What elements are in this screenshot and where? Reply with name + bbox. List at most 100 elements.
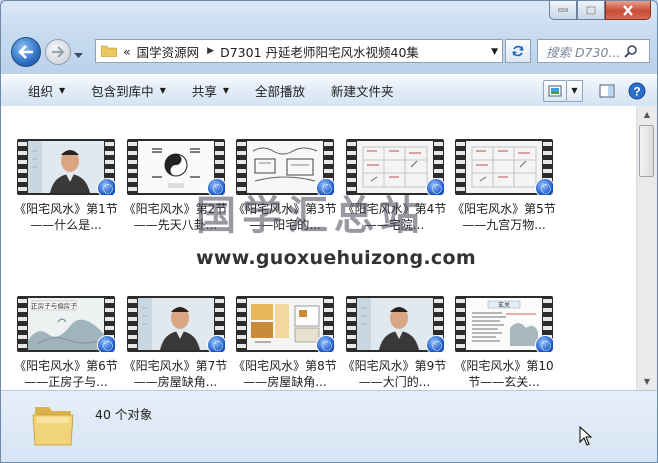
media-player-icon: [425, 178, 444, 195]
preview-pane-button[interactable]: [595, 80, 619, 102]
video-thumbnail[interactable]: [455, 139, 553, 195]
search-input[interactable]: 搜索 D730...: [546, 42, 624, 61]
vertical-scrollbar[interactable]: ▲ ▼: [636, 106, 657, 390]
file-name[interactable]: 《阳宅风水》第3节——阳宅的...: [233, 201, 337, 233]
file-name[interactable]: 《阳宅风水》第9节——大门的...: [343, 358, 447, 390]
refresh-icon: [512, 45, 524, 57]
breadcrumb-item[interactable]: 国学资源网: [137, 42, 200, 61]
media-player-icon: [206, 335, 225, 352]
thumbnail-frame: [137, 298, 214, 350]
file-item[interactable]: 《阳宅风水》第4节——宅院...: [343, 139, 447, 233]
scroll-up-arrow[interactable]: ▲: [637, 106, 657, 123]
file-item[interactable]: 正房子与偏房子《阳宅风水》第6节——正房子与...: [14, 296, 118, 390]
mouse-cursor-icon: [579, 426, 593, 446]
breadcrumb-item[interactable]: D7301 丹延老师阳宅风水视频40集: [220, 42, 419, 61]
include-in-library-menu[interactable]: 包含到库中 ▼: [78, 75, 179, 106]
new-folder-button[interactable]: 新建文件夹: [318, 75, 407, 106]
film-strip-icon: [456, 139, 465, 195]
thumbnail-frame: [247, 298, 323, 350]
file-item[interactable]: 玄关《阳宅风水》第10节——玄关...: [452, 296, 556, 390]
thumbnail-frame: [137, 141, 214, 193]
media-player-icon: [206, 178, 225, 195]
film-strip-icon: [237, 139, 246, 195]
address-row: « 国学资源网 ▶ D7301 丹延老师阳宅风水视频40集 ▼ 搜索 D730.…: [1, 31, 657, 69]
maximize-button[interactable]: [577, 1, 605, 20]
chevron-down-icon: ▼: [59, 86, 66, 95]
search-box[interactable]: 搜索 D730...: [537, 39, 650, 63]
file-item[interactable]: 《阳宅风水》第3节——阳宅的...: [233, 139, 337, 233]
scroll-down-arrow[interactable]: ▼: [637, 373, 657, 390]
help-button[interactable]: ?: [625, 80, 649, 102]
new-folder-label: 新建文件夹: [331, 84, 394, 99]
file-item[interactable]: 《阳宅风水》第1节——什么是...: [14, 139, 118, 233]
close-button[interactable]: [605, 1, 651, 20]
film-strip-icon: [18, 139, 27, 195]
breadcrumb-overflow[interactable]: «: [123, 44, 131, 59]
share-menu[interactable]: 共享 ▼: [179, 75, 242, 106]
organize-label: 组织: [28, 84, 54, 99]
include-library-label: 包含到库中: [91, 84, 154, 99]
search-icon[interactable]: [624, 44, 638, 58]
file-name[interactable]: 《阳宅风水》第5节——九宫万物...: [452, 201, 556, 233]
file-item[interactable]: 《阳宅风水》第9节——大门的...: [343, 296, 447, 390]
caption-buttons: [549, 1, 651, 20]
file-item[interactable]: 《阳宅风水》第2节——先天八卦...: [124, 139, 228, 233]
thumbnail-frame: [28, 141, 104, 193]
video-thumbnail[interactable]: 正房子与偏房子: [17, 296, 115, 352]
media-player-icon: [535, 178, 553, 195]
help-icon: ?: [628, 82, 646, 99]
file-name[interactable]: 《阳宅风水》第7节——房屋缺角...: [124, 358, 228, 390]
organize-menu[interactable]: 组织 ▼: [1, 75, 78, 106]
thumbnail-frame: 正房子与偏房子: [28, 298, 104, 350]
svg-text:?: ?: [633, 84, 640, 98]
video-thumbnail[interactable]: [345, 139, 444, 195]
file-item[interactable]: 《阳宅风水》第8节——房屋缺角...: [233, 296, 337, 390]
recent-pages-dropdown[interactable]: [74, 48, 84, 58]
play-all-button[interactable]: 全部播放: [242, 75, 318, 106]
video-thumbnail[interactable]: 玄关: [455, 296, 553, 352]
file-item[interactable]: 《阳宅风水》第5节——九宫万物...: [452, 139, 556, 233]
minimize-button[interactable]: [549, 1, 577, 20]
thumbnail-frame: [466, 141, 542, 193]
thumbnail-frame: [356, 298, 433, 350]
folder-icon: [32, 407, 74, 446]
file-list: 《阳宅风水》第1节——什么是... 《阳宅风水》第2节——先天八卦... 《阳宅风水…: [1, 106, 636, 390]
forward-button[interactable]: [45, 39, 71, 65]
command-bar: 组织 ▼ 包含到库中 ▼ 共享 ▼ 全部播放 新建文件夹 ▼ ?: [1, 74, 657, 107]
file-name[interactable]: 《阳宅风水》第10节——玄关...: [452, 358, 556, 390]
file-name[interactable]: 《阳宅风水》第6节——正房子与...: [14, 358, 118, 390]
media-player-icon: [425, 335, 444, 352]
play-all-label: 全部播放: [255, 84, 306, 99]
film-strip-icon: [456, 296, 465, 352]
folder-icon: [101, 45, 117, 57]
item-count: 40 个对象: [95, 407, 153, 422]
file-name[interactable]: 《阳宅风水》第2节——先天八卦...: [124, 201, 228, 233]
video-thumbnail[interactable]: [236, 139, 334, 195]
file-item[interactable]: 《阳宅风水》第7节——房屋缺角...: [124, 296, 228, 390]
video-thumbnail[interactable]: [345, 296, 444, 352]
thumbnail-frame: [356, 141, 433, 193]
refresh-button[interactable]: [505, 39, 531, 63]
video-thumbnail[interactable]: [126, 296, 225, 352]
media-player-icon: [316, 335, 334, 352]
video-thumbnail[interactable]: [126, 139, 225, 195]
svg-text:玄关: 玄关: [498, 301, 510, 309]
share-label: 共享: [191, 84, 217, 99]
address-bar[interactable]: « 国学资源网 ▶ D7301 丹延老师阳宅风水视频40集 ▼: [95, 39, 503, 63]
file-name[interactable]: 《阳宅风水》第8节——房屋缺角...: [233, 358, 337, 390]
svg-text:正房子与偏房子: 正房子与偏房子: [31, 301, 77, 310]
back-button[interactable]: [11, 37, 41, 67]
film-strip-icon: [18, 296, 27, 352]
film-strip-icon: [127, 139, 137, 195]
video-thumbnail[interactable]: [17, 139, 115, 195]
scroll-thumb[interactable]: [639, 125, 654, 177]
view-icon: [548, 85, 562, 96]
file-name[interactable]: 《阳宅风水》第4节——宅院...: [343, 201, 447, 233]
change-view-button[interactable]: [543, 79, 567, 102]
breadcrumb-arrow-icon[interactable]: ▶: [207, 46, 214, 56]
media-player-icon: [97, 335, 115, 352]
file-name[interactable]: 《阳宅风水》第1节——什么是...: [14, 201, 118, 233]
video-thumbnail[interactable]: [236, 296, 334, 352]
address-dropdown[interactable]: ▼: [491, 47, 498, 57]
view-dropdown[interactable]: ▼: [567, 79, 583, 102]
